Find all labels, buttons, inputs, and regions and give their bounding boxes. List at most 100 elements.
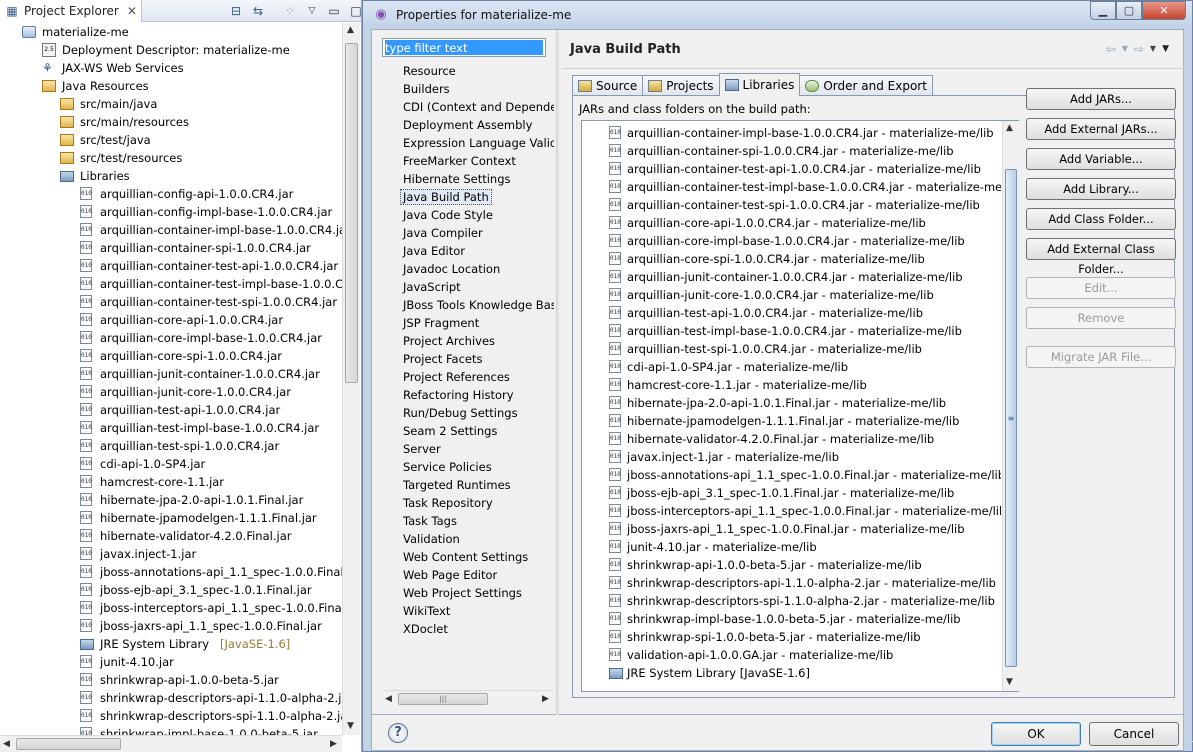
tree-item[interactable]: junit-4.10.jar (0, 653, 342, 671)
nav-item[interactable]: Expression Language Validation (382, 134, 554, 152)
scroll-right-icon[interactable]: ▶ (542, 694, 549, 704)
pane-sash[interactable] (556, 30, 559, 716)
build-path-item[interactable]: jboss-interceptors-api_1.1_spec-1.0.0.Fi… (582, 502, 1001, 520)
build-path-item[interactable]: arquillian-core-api-1.0.0.CR4.jar - mate… (582, 214, 1001, 232)
build-path-item[interactable]: arquillian-test-api-1.0.0.CR4.jar - mate… (582, 304, 1001, 322)
tree-item[interactable]: arquillian-config-impl-base-1.0.0.CR4.ja… (0, 203, 342, 221)
tree-item[interactable]: jboss-interceptors-api_1.1_spec-1.0.0.Fi… (0, 599, 342, 617)
build-path-vertical-scrollbar[interactable]: ▲ ≡ ▼ (1002, 121, 1019, 691)
focus-icon[interactable]: ⁘ (282, 3, 298, 19)
tree-item[interactable]: arquillian-container-test-api-1.0.0.CR4.… (0, 257, 342, 275)
nav-item[interactable]: CDI (Context and Dependency Injection) (382, 98, 554, 116)
scroll-up-icon[interactable]: ▲ (1006, 123, 1013, 133)
dialog-title-bar[interactable]: ◉ Properties for materialize-me ▁ ▢ ✕ (363, 1, 1192, 29)
scroll-down-icon[interactable]: ▼ (1006, 677, 1013, 687)
tree-item[interactable]: javax.inject-1.jar (0, 545, 342, 563)
tree-item[interactable]: arquillian-container-test-spi-1.0.0.CR4.… (0, 293, 342, 311)
nav-item[interactable]: Resource (382, 62, 554, 80)
build-path-item[interactable]: JRE System Library [JavaSE-1.6] (582, 664, 1001, 682)
tab-libraries[interactable]: Libraries (718, 73, 801, 96)
tree-item[interactable]: src/test/java (0, 131, 342, 149)
nav-item[interactable]: Builders (382, 80, 554, 98)
tree-item[interactable]: arquillian-test-impl-base-1.0.0.CR4.jar (0, 419, 342, 437)
tree-item[interactable]: hibernate-jpa-2.0-api-1.0.1.Final.jar (0, 491, 342, 509)
build-path-item[interactable]: arquillian-container-test-spi-1.0.0.CR4.… (582, 196, 1001, 214)
nav-item[interactable]: Task Repository (382, 494, 554, 512)
add-class-folder-button[interactable]: Add Class Folder... (1026, 208, 1176, 230)
build-path-item[interactable]: hibernate-validator-4.2.0.Final.jar - ma… (582, 430, 1001, 448)
tree-item[interactable]: arquillian-core-impl-base-1.0.0.CR4.jar (0, 329, 342, 347)
link-with-editor-icon[interactable]: ⇆ (250, 3, 266, 19)
build-path-item[interactable]: arquillian-container-spi-1.0.0.CR4.jar -… (582, 142, 1001, 160)
nav-item[interactable]: Java Code Style (382, 206, 554, 224)
tree-item[interactable]: arquillian-container-impl-base-1.0.0.CR4… (0, 221, 342, 239)
nav-item[interactable]: Java Compiler (382, 224, 554, 242)
add-jars-button[interactable]: Add JARs... (1026, 88, 1176, 110)
filter-field[interactable] (382, 38, 546, 57)
project-tree[interactable]: materialize-me 2.5 Deployment Descriptor: … (0, 23, 342, 735)
tree-item[interactable]: arquillian-config-api-1.0.0.CR4.jar (0, 185, 342, 203)
tree-item[interactable]: 2.5 Deployment Descriptor: materialize-me (0, 41, 342, 59)
tree-item[interactable]: shrinkwrap-api-1.0.0-beta-5.jar (0, 671, 342, 689)
collapse-all-icon[interactable]: ⊟ (228, 3, 244, 19)
tree-item[interactable]: arquillian-core-spi-1.0.0.CR4.jar (0, 347, 342, 365)
tree-item[interactable]: materialize-me (0, 23, 342, 41)
build-path-item[interactable]: hamcrest-core-1.1.jar - materialize-me/l… (582, 376, 1001, 394)
property-page-list[interactable]: Resource Builders CDI (Context and Depende… (382, 62, 554, 696)
nav-item[interactable]: Javadoc Location (382, 260, 554, 278)
nav-item[interactable]: Web Page Editor (382, 566, 554, 584)
build-path-item[interactable]: junit-4.10.jar - materialize-me/lib (582, 538, 1001, 556)
build-path-item[interactable]: shrinkwrap-descriptors-api-1.1.0-alpha-2… (582, 574, 1001, 592)
nav-item[interactable]: Project References (382, 368, 554, 386)
scrollbar-thumb[interactable] (345, 43, 358, 383)
build-path-item[interactable]: shrinkwrap-spi-1.0.0-beta-5.jar - materi… (582, 628, 1001, 646)
nav-item[interactable]: Run/Debug Settings (382, 404, 554, 422)
scroll-up-icon[interactable]: ▲ (347, 25, 354, 35)
tree-item[interactable]: JRE System Library [JavaSE-1.6] (0, 635, 342, 653)
project-explorer-tab[interactable]: ▦ Project Explorer ✕ (0, 0, 142, 22)
maximize-button[interactable]: ▢ (1116, 1, 1142, 20)
nav-item[interactable]: Service Policies (382, 458, 554, 476)
tab-projects[interactable]: Projects (642, 75, 720, 96)
add-external-jars-button[interactable]: Add External JARs... (1026, 118, 1176, 140)
nav-item[interactable]: Web Project Settings (382, 584, 554, 602)
add-variable-button[interactable]: Add Variable... (1026, 148, 1176, 170)
nav-item[interactable]: Web Content Settings (382, 548, 554, 566)
edit-button[interactable]: Edit... (1026, 277, 1176, 299)
build-path-item[interactable]: arquillian-junit-container-1.0.0.CR4.jar… (582, 268, 1001, 286)
tree-item[interactable]: shrinkwrap-impl-base-1.0.0-beta-5.jar (0, 725, 342, 735)
tree-item[interactable]: arquillian-junit-container-1.0.0.CR4.jar (0, 365, 342, 383)
build-path-item[interactable]: jboss-annotations-api_1.1_spec-1.0.0.Fin… (582, 466, 1001, 484)
close-window-button[interactable]: ✕ (1142, 1, 1186, 20)
build-path-item[interactable]: arquillian-test-spi-1.0.0.CR4.jar - mate… (582, 340, 1001, 358)
nav-item[interactable]: Refactoring History (382, 386, 554, 404)
tree-item[interactable]: arquillian-junit-core-1.0.0.CR4.jar (0, 383, 342, 401)
nav-item[interactable]: Hibernate Settings (382, 170, 554, 188)
nav-item[interactable]: Targeted Runtimes (382, 476, 554, 494)
nav-item[interactable]: Project Facets (382, 350, 554, 368)
back-arrow-icon[interactable]: ⇦ (1106, 42, 1116, 56)
build-path-item[interactable]: jboss-ejb-api_3.1_spec-1.0.1.Final.jar -… (582, 484, 1001, 502)
nav-item[interactable]: FreeMarker Context (382, 152, 554, 170)
tree-item[interactable]: hibernate-jpamodelgen-1.1.1.Final.jar (0, 509, 342, 527)
scrollbar-thumb[interactable]: ||| (398, 693, 488, 705)
tree-item[interactable]: shrinkwrap-descriptors-spi-1.1.0-alpha-2… (0, 707, 342, 725)
tree-item[interactable]: jboss-annotations-api_1.1_spec-1.0.0.Fin… (0, 563, 342, 581)
forward-arrow-icon[interactable]: ⇨ (1134, 42, 1144, 56)
view-menu-chevron-down-icon[interactable]: ▽ (304, 3, 320, 19)
chevron-down-icon[interactable]: ▼ (1122, 42, 1128, 56)
tree-item[interactable]: Libraries (0, 167, 342, 185)
close-icon[interactable]: ✕ (127, 4, 137, 18)
cancel-button[interactable]: Cancel (1089, 722, 1179, 746)
nav-item[interactable]: Server (382, 440, 554, 458)
nav-item[interactable]: JBoss Tools Knowledge Base (382, 296, 554, 314)
add-library-button[interactable]: Add Library... (1026, 178, 1176, 200)
nav-item[interactable]: Java Build Path (382, 188, 554, 206)
build-path-item[interactable]: arquillian-container-test-impl-base-1.0.… (582, 178, 1001, 196)
page-list-horizontal-scrollbar[interactable]: ◀ ||| ▶ (382, 690, 554, 707)
tree-item[interactable]: arquillian-test-spi-1.0.0.CR4.jar (0, 437, 342, 455)
scrollbar-thumb[interactable]: ≡ (1005, 169, 1017, 667)
project-tree-vertical-scrollbar[interactable]: ▲ ▼ (342, 23, 360, 735)
minimize-button[interactable]: ▁ (1090, 1, 1116, 20)
scroll-right-icon[interactable]: ▶ (330, 739, 337, 749)
